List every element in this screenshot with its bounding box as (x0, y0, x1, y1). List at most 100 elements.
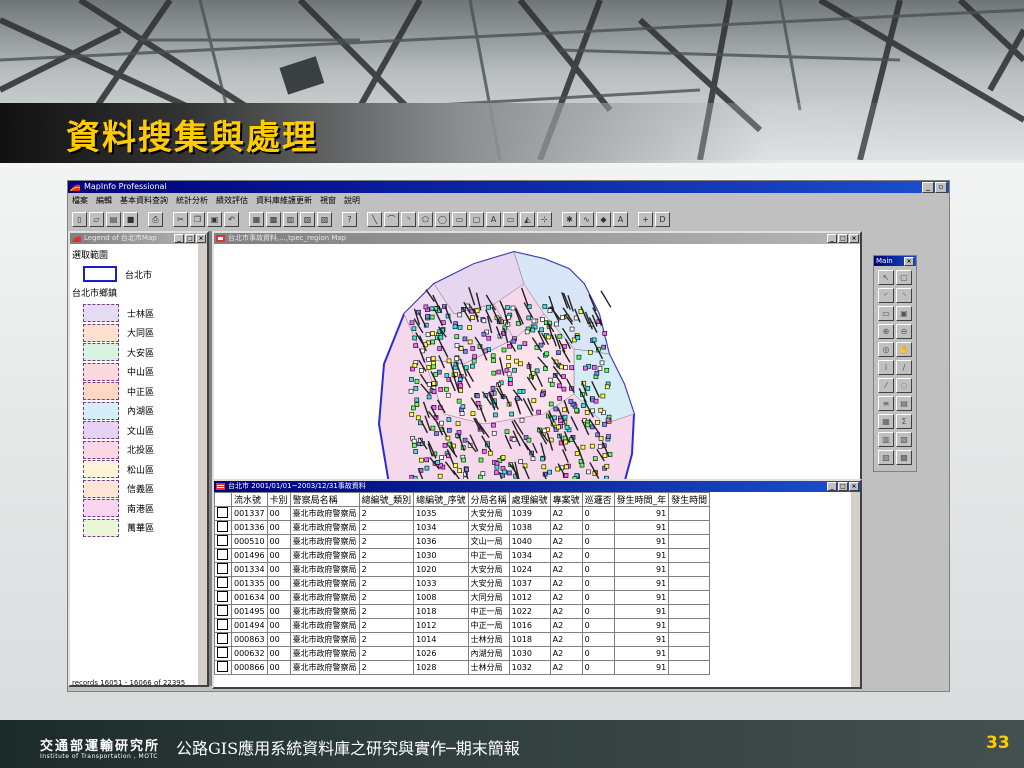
row-checkbox[interactable] (217, 661, 228, 672)
row-checkbox[interactable] (217, 619, 228, 630)
table-header-cell[interactable]: 卡別 (266, 492, 291, 507)
row-checkbox[interactable] (217, 647, 228, 658)
table-row[interactable]: 001337 00 臺北市政府警察局 2 1035 大安分局 1039 A2 0 91 (214, 506, 711, 521)
palette-tool-icon[interactable]: ↖ (878, 270, 894, 285)
table-row[interactable]: 001335 00 臺北市政府警察局 2 1033 大安分局 1037 A2 0 91 (214, 576, 711, 591)
table-row[interactable]: 001634 00 臺北市政府警察局 2 1008 大同分局 1012 A2 0 91 (214, 590, 711, 605)
table-row[interactable]: 000866 00 臺北市政府警察局 2 1028 士林分局 1032 A2 0 91 (214, 660, 711, 675)
open-icon[interactable]: ▱ (89, 211, 104, 227)
new-layout-icon[interactable]: ▧ (300, 211, 315, 227)
legend-close-button[interactable]: × (196, 234, 206, 243)
table-header-cell[interactable]: 總編號_序號 (413, 492, 469, 507)
polygon-tool-icon[interactable]: ⬠ (418, 211, 433, 227)
palette-tool-icon[interactable]: ▢ (896, 270, 912, 285)
ellipse-tool-icon[interactable]: ◯ (435, 211, 450, 227)
row-checkbox[interactable] (217, 507, 228, 518)
palette-tool-icon[interactable]: ◎ (878, 342, 894, 357)
row-select-cell[interactable] (214, 604, 232, 619)
table-header-cell[interactable]: 總編號_類別 (358, 492, 415, 507)
table-header-cell[interactable]: 巡邏否 (581, 492, 615, 507)
row-select-cell[interactable] (214, 548, 232, 563)
region-style-icon[interactable]: ◆ (596, 211, 611, 227)
table-row[interactable]: 001495 00 臺北市政府警察局 2 1018 中正一局 1022 A2 0 91 (214, 604, 711, 619)
menu-basic-query[interactable]: 基本資料查詢 (120, 194, 168, 208)
palette-tool-icon[interactable]: ▨ (878, 450, 894, 465)
map-minimize-button[interactable]: _ (827, 234, 837, 243)
row-select-cell[interactable] (214, 576, 232, 591)
table-row[interactable]: 001496 00 臺北市政府警察局 2 1030 中正一局 1034 A2 0 91 (214, 548, 711, 563)
symbol-style-icon[interactable]: ✱ (562, 211, 577, 227)
row-select-cell[interactable] (214, 618, 232, 633)
menu-statistics[interactable]: 統計分析 (176, 194, 208, 208)
table-header-cell[interactable]: 處理編號 (508, 492, 551, 507)
table-header-cell[interactable]: 流水號 (231, 492, 268, 507)
palette-tool-icon[interactable]: ▧ (896, 432, 912, 447)
palette-tool-icon[interactable]: ◜ (878, 288, 894, 303)
palette-tool-icon[interactable]: ◝ (896, 288, 912, 303)
table-header-cell[interactable]: 發生時間 (668, 492, 711, 507)
palette-tool-icon[interactable]: ◌ (896, 378, 912, 393)
cut-icon[interactable]: ✂ (173, 211, 188, 227)
text-tool-icon[interactable]: A (486, 211, 501, 227)
palette-tool-icon[interactable]: ⊕ (878, 324, 894, 339)
undo-icon[interactable]: ↶ (224, 211, 239, 227)
map-close-button[interactable]: × (849, 234, 859, 243)
new-redistrict-icon[interactable]: ▨ (317, 211, 332, 227)
table-header-cell[interactable]: 專案號 (549, 492, 583, 507)
row-select-cell[interactable] (214, 562, 232, 577)
row-checkbox[interactable] (217, 605, 228, 616)
new-mapper-icon[interactable]: ▩ (266, 211, 281, 227)
polyline-tool-icon[interactable]: ⌒ (384, 211, 399, 227)
row-select-cell[interactable] (214, 632, 232, 647)
browser-minimize-button[interactable]: _ (827, 482, 837, 491)
row-checkbox[interactable] (217, 549, 228, 560)
table-header-cell[interactable]: 警察局名稱 (289, 492, 360, 507)
table-header-cell[interactable]: 發生時間_年 (613, 492, 670, 507)
palette-tool-icon[interactable]: ⊖ (896, 324, 912, 339)
palette-tool-icon[interactable]: ▤ (896, 396, 912, 411)
palette-tool-icon[interactable]: ▥ (878, 432, 894, 447)
text-style-icon[interactable]: A (613, 211, 628, 227)
palette-tool-icon[interactable]: ▩ (896, 450, 912, 465)
minimize-button[interactable]: _ (922, 182, 934, 193)
print-icon[interactable]: ⎙ (148, 211, 163, 227)
table-row[interactable]: 000863 00 臺北市政府警察局 2 1014 士林分局 1018 A2 0 91 (214, 632, 711, 647)
copy-icon[interactable]: ❐ (190, 211, 205, 227)
new-browser-icon[interactable]: ▦ (249, 211, 264, 227)
table-row[interactable]: 000632 00 臺北市政府警察局 2 1026 內湖分局 1030 A2 0 91 (214, 646, 711, 661)
plus-tool-icon[interactable]: + (638, 211, 653, 227)
table-row[interactable]: 001494 00 臺北市政府警察局 2 1012 中正一局 1016 A2 0 91 (214, 618, 711, 633)
browser-scrollbar[interactable] (851, 492, 860, 687)
palette-tool-icon[interactable]: ▭ (878, 306, 894, 321)
frame-tool-icon[interactable]: ▭ (503, 211, 518, 227)
new-grapher-icon[interactable]: ▥ (283, 211, 298, 227)
browser-maximize-button[interactable]: □ (838, 482, 848, 491)
help-pointer-icon[interactable]: ? (342, 211, 357, 227)
menu-db-maintenance[interactable]: 資料庫維護更新 (256, 194, 312, 208)
save-icon[interactable]: ■ (123, 211, 138, 227)
palette-tool-icon[interactable]: ▣ (896, 306, 912, 321)
row-select-cell[interactable] (214, 590, 232, 605)
row-checkbox[interactable] (217, 535, 228, 546)
menu-performance[interactable]: 績效評估 (216, 194, 248, 208)
menu-help[interactable]: 說明 (344, 194, 360, 208)
palette-tool-icon[interactable]: ≡ (878, 396, 894, 411)
palette-tool-icon[interactable]: ▦ (878, 414, 894, 429)
row-select-cell[interactable] (214, 660, 232, 675)
table-row[interactable]: 001334 00 臺北市政府警察局 2 1020 大安分局 1024 A2 0 91 (214, 562, 711, 577)
row-select-cell[interactable] (214, 646, 232, 661)
map-maximize-button[interactable]: □ (838, 234, 848, 243)
line-tool-icon[interactable]: ╲ (367, 211, 382, 227)
legend-minimize-button[interactable]: _ (174, 234, 184, 243)
new-icon[interactable]: ▯ (72, 211, 87, 227)
palette-tool-icon[interactable]: i (878, 360, 894, 375)
table-row[interactable]: 001336 00 臺北市政府警察局 2 1034 大安分局 1038 A2 0 91 (214, 520, 711, 535)
row-checkbox[interactable] (217, 521, 228, 532)
reshape-icon[interactable]: ◭ (520, 211, 535, 227)
menu-edit[interactable]: 編輯 (96, 194, 112, 208)
browser-close-button[interactable]: × (849, 482, 859, 491)
row-select-cell[interactable] (214, 520, 232, 535)
palette-tool-icon[interactable]: ⁄ (878, 378, 894, 393)
row-select-cell[interactable] (214, 506, 232, 521)
palette-close-button[interactable]: × (904, 257, 914, 266)
